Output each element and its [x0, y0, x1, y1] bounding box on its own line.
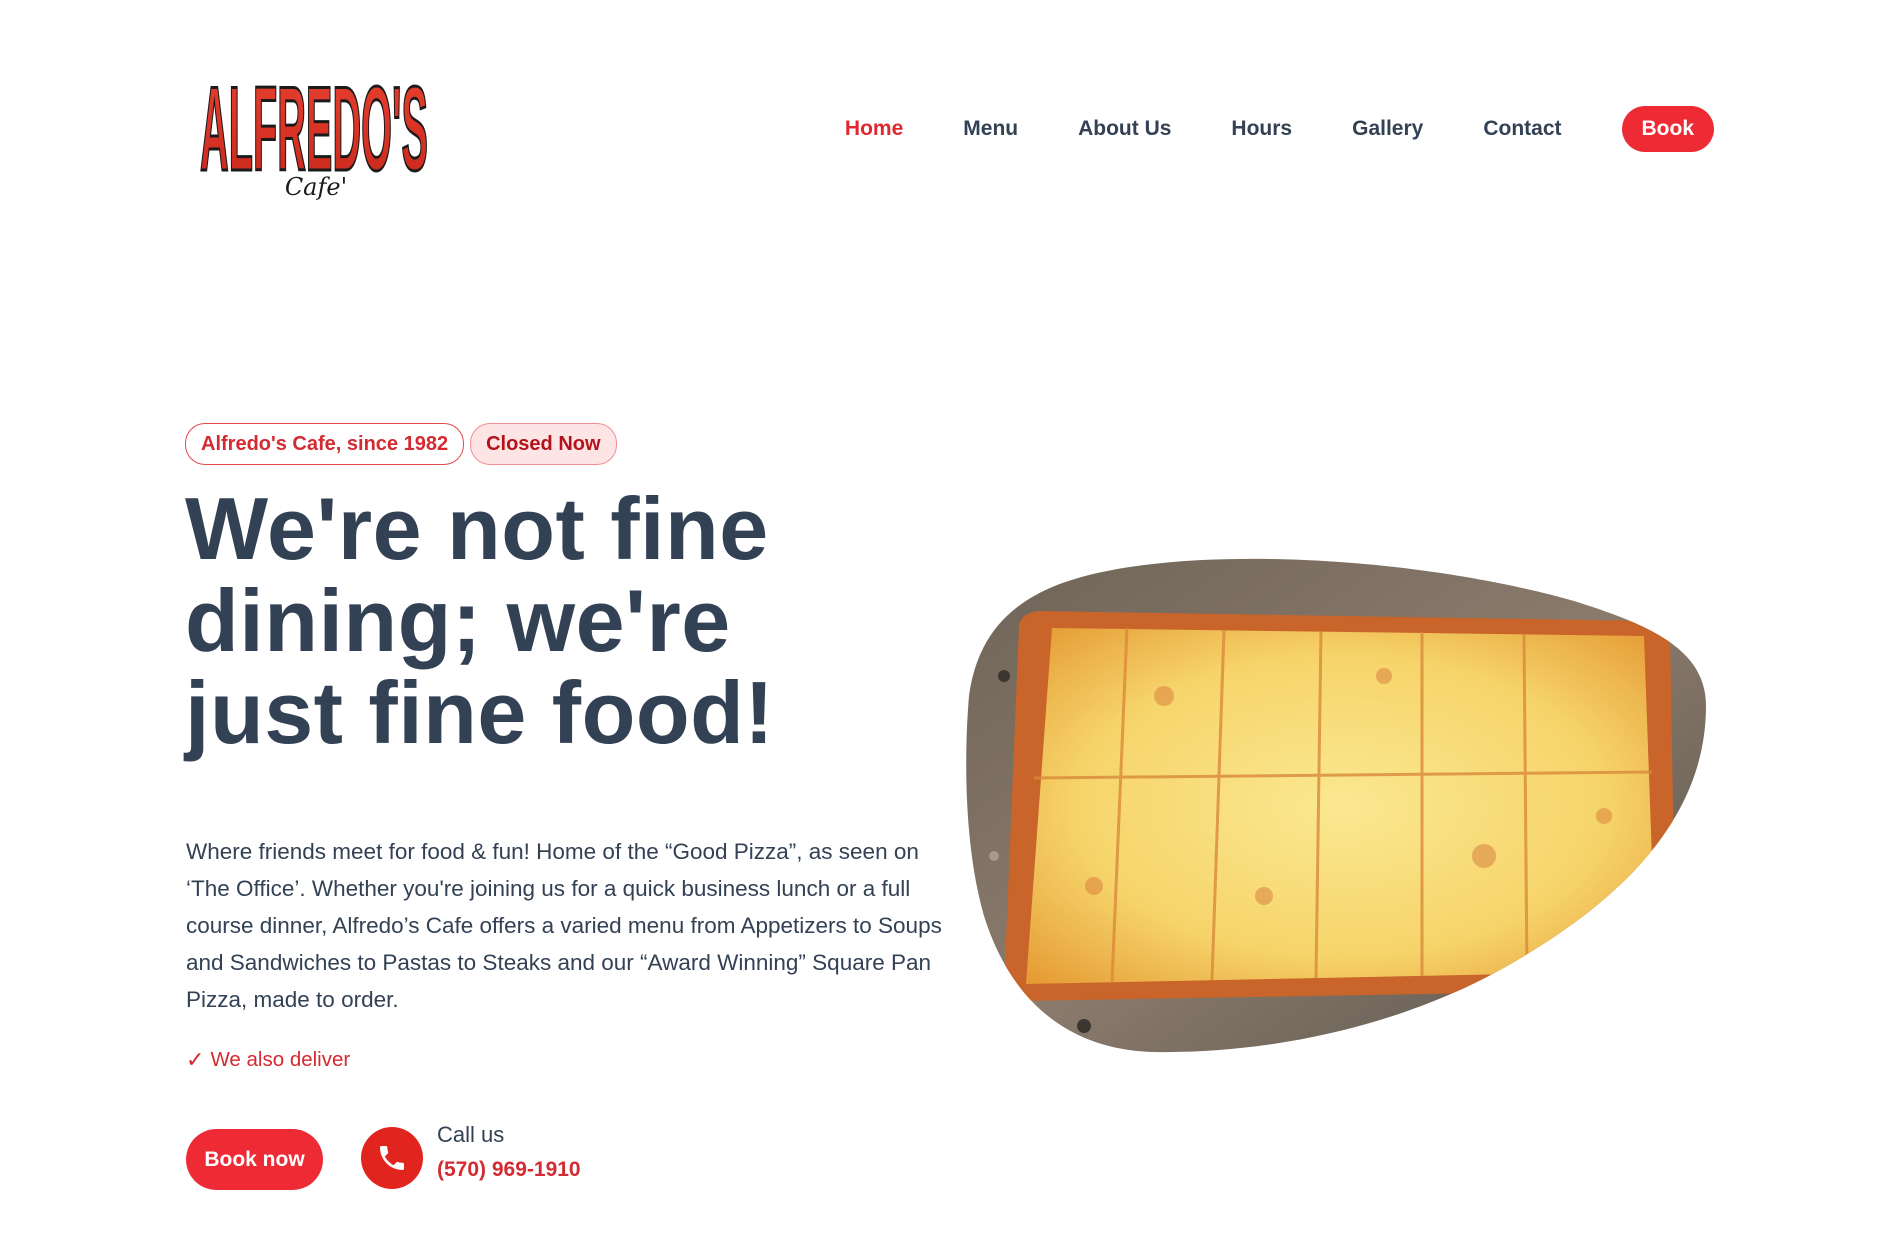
nav-home[interactable]: Home [845, 106, 903, 152]
status-badge: Closed Now [470, 423, 617, 465]
alfredos-cafe-logo[interactable]: ALFREDO'S Cafe' [196, 52, 432, 204]
call-us-label: Call us [437, 1122, 505, 1147]
hero-badges: Alfredo's Cafe, since 1982 Closed Now [185, 423, 617, 465]
nav-contact[interactable]: Contact [1483, 106, 1561, 152]
hero-headline: We're not fine dining; we're just fine f… [185, 479, 775, 762]
nav-about-us[interactable]: About Us [1078, 106, 1171, 152]
nav-book-button[interactable]: Book [1621, 106, 1714, 152]
pizza-photo [966, 558, 1706, 1053]
delivery-text: We also deliver [210, 1048, 351, 1071]
main-nav: Home Menu About Us Hours Gallery Contact… [785, 106, 1714, 152]
svg-text:Cafe': Cafe' [285, 173, 347, 201]
delivery-note: ✓ We also deliver [186, 1047, 350, 1073]
nav-gallery[interactable]: Gallery [1352, 106, 1423, 152]
since-badge: Alfredo's Cafe, since 1982 [185, 423, 465, 465]
phone-icon[interactable] [361, 1127, 423, 1189]
checkmark-icon: ✓ [186, 1047, 205, 1072]
nav-hours[interactable]: Hours [1231, 106, 1292, 152]
book-now-button[interactable]: Book now [186, 1129, 323, 1190]
hero-description: Where friends meet for food & fun! Home … [186, 839, 942, 1012]
phone-number-link[interactable]: (570) 969-1910 [437, 1158, 581, 1182]
phone-glyph-icon [380, 1146, 404, 1170]
nav-menu[interactable]: Menu [963, 106, 1018, 152]
